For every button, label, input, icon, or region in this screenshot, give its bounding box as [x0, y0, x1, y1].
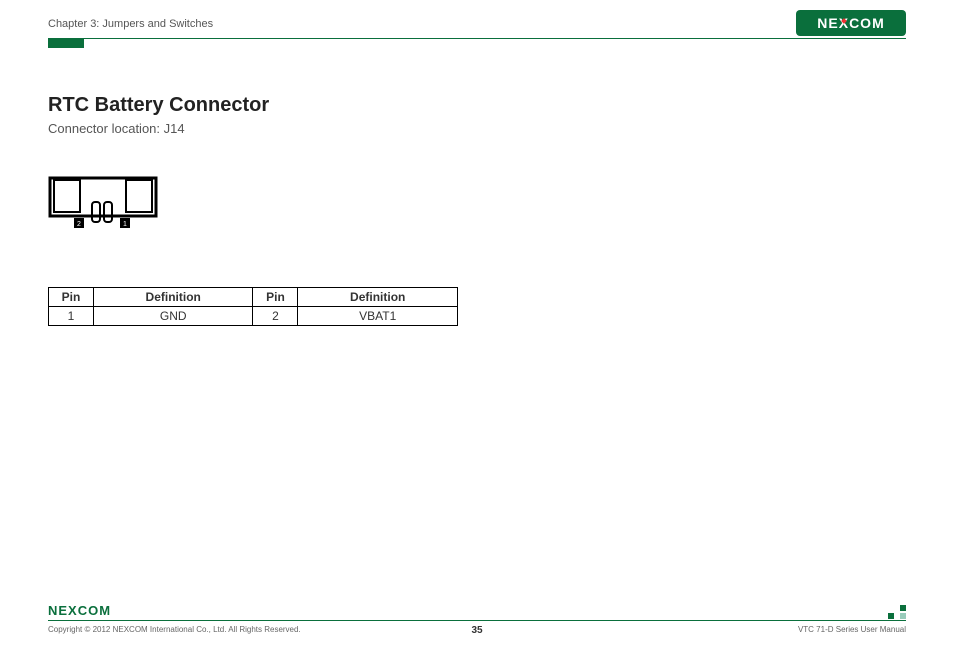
footer-brand: NEXCOM — [48, 603, 111, 618]
brand-text-2: COM — [849, 15, 885, 31]
col-header-pin: Pin — [253, 288, 298, 307]
cell-definition: VBAT1 — [298, 307, 458, 326]
header-rule — [48, 38, 906, 39]
footer-accent-icon — [888, 605, 906, 619]
col-header-definition: Definition — [298, 288, 458, 307]
chapter-title: Chapter 3: Jumpers and Switches — [48, 18, 906, 30]
table-header-row: Pin Definition Pin Definition — [49, 288, 458, 307]
table-row: 1 GND 2 VBAT1 — [49, 307, 458, 326]
pin-definition-table: Pin Definition Pin Definition 1 GND 2 VB… — [48, 287, 458, 326]
cell-definition: GND — [93, 307, 253, 326]
main-content: RTC Battery Connector Connector location… — [48, 94, 906, 326]
page-header: Chapter 3: Jumpers and Switches — [48, 18, 906, 46]
cell-pin: 2 — [253, 307, 298, 326]
cell-pin: 1 — [49, 307, 94, 326]
pin-label-1: 1 — [123, 221, 127, 228]
page-number: 35 — [471, 625, 482, 636]
section-title: RTC Battery Connector — [48, 94, 906, 117]
copyright-text: Copyright © 2012 NEXCOM International Co… — [48, 625, 301, 634]
pin-label-2: 2 — [77, 221, 81, 228]
header-accent-block — [48, 38, 84, 48]
page-footer: NEXCOM Copyright © 2012 NEXCOM Internati… — [48, 620, 906, 656]
connector-location: Connector location: J14 — [48, 121, 906, 136]
connector-diagram: 2 1 — [48, 176, 158, 232]
col-header-definition: Definition — [93, 288, 253, 307]
brand-x-icon: X — [839, 15, 849, 31]
col-header-pin: Pin — [49, 288, 94, 307]
manual-title: VTC 71-D Series User Manual — [798, 625, 906, 634]
brand-text: NE — [817, 15, 838, 31]
brand-logo: NEXCOM — [796, 10, 906, 36]
